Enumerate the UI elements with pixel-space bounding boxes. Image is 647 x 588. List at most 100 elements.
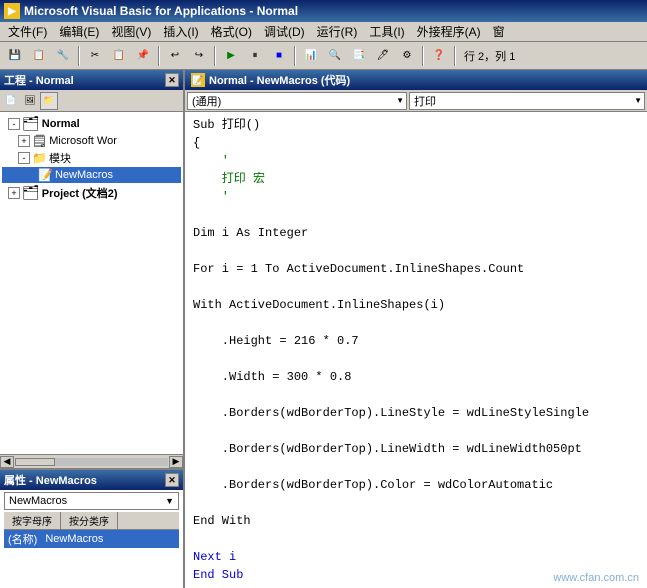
project-scrollbar-h[interactable]: ◀ ▶: [0, 454, 183, 468]
code-selector-right-arrow: ▼: [634, 96, 642, 105]
tree-label-modules: 模块: [49, 150, 71, 166]
tree-expand-msword[interactable]: +: [18, 135, 30, 147]
project-panel-close[interactable]: ✕: [165, 73, 179, 87]
title-bar: ▶ Microsoft Visual Basic for Application…: [0, 0, 647, 22]
toolbar-btn3[interactable]: 🔧: [52, 45, 74, 67]
code-line-4: 打印 宏: [193, 170, 639, 188]
code-editor-title: Normal - NewMacros (代码): [209, 72, 350, 88]
props-name-row: (名称) NewMacros: [4, 530, 179, 548]
toolbar-sep1: [78, 46, 80, 66]
toolbar-redo-btn[interactable]: ↪: [188, 45, 210, 67]
code-selector-procedure[interactable]: 打印 ▼: [409, 92, 645, 110]
tree-expand-modules[interactable]: -: [18, 152, 30, 164]
code-selector-object-value: (通用): [192, 93, 221, 109]
menu-view[interactable]: 视图(V): [105, 22, 157, 41]
code-line-13: .Borders(wdBorderTop).Color = wdColorAut…: [193, 476, 639, 494]
toolbar-btn-extra5[interactable]: ⚙: [396, 45, 418, 67]
code-selector-object[interactable]: (通用) ▼: [187, 92, 407, 110]
toolbar-sep3: [214, 46, 216, 66]
code-line-blank4: [193, 314, 639, 332]
toolbar-btn-extra4[interactable]: 🖊: [372, 45, 394, 67]
properties-panel-title: 属性 - NewMacros: [4, 472, 97, 488]
main-layout: 工程 - Normal ✕ 📄 🖼 📁 - 🗂 Normal + 🗒 Micro…: [0, 70, 647, 588]
project-tree: - 🗂 Normal + 🗒 Microsoft Wor - 📁 模块 📝 Ne…: [0, 112, 183, 454]
tree-item-newmacros[interactable]: 📝 NewMacros: [2, 167, 181, 183]
toolbar-stop-btn[interactable]: ■: [268, 45, 290, 67]
code-line-blank9: [193, 494, 639, 512]
code-line-8: With ActiveDocument.InlineShapes(i): [193, 296, 639, 314]
left-panel: 工程 - Normal ✕ 📄 🖼 📁 - 🗂 Normal + 🗒 Micro…: [0, 70, 185, 588]
code-line-blank5: [193, 350, 639, 368]
code-selectors: (通用) ▼ 打印 ▼: [185, 90, 647, 112]
tree-item-msword[interactable]: + 🗒 Microsoft Wor: [2, 133, 181, 149]
menu-format[interactable]: 格式(O): [205, 22, 258, 41]
toolbar-cut-btn[interactable]: ✂: [84, 45, 106, 67]
code-line-11: .Borders(wdBorderTop).LineStyle = wdLine…: [193, 404, 639, 422]
project-view-code-btn[interactable]: 📄: [2, 92, 20, 110]
code-line-10: .Width = 300 * 0.8: [193, 368, 639, 386]
tree-label-project2: Project (文档2): [42, 185, 118, 201]
code-line-2: {: [193, 134, 639, 152]
toolbar-help-btn[interactable]: ❓: [428, 45, 450, 67]
toolbar-undo-btn[interactable]: ↩: [164, 45, 186, 67]
tree-item-project2[interactable]: + 🗂 Project (文档2): [2, 183, 181, 202]
scroll-right-btn[interactable]: ▶: [169, 456, 183, 468]
watermark: www.cfan.com.cn: [553, 572, 639, 584]
toolbar-btn-extra3[interactable]: 📑: [348, 45, 370, 67]
properties-panel: 属性 - NewMacros ✕ NewMacros ▼ 按字母序 按分类序 (…: [0, 468, 183, 588]
props-dropdown[interactable]: NewMacros ▼: [4, 492, 179, 510]
project-panel-toolbar: 📄 🖼 📁: [0, 90, 183, 112]
menu-addins[interactable]: 外接程序(A): [411, 22, 487, 41]
toolbar-sep5: [422, 46, 424, 66]
tree-label-msword: Microsoft Wor: [49, 135, 117, 147]
toolbar-btn2[interactable]: 📋: [28, 45, 50, 67]
title-bar-text: Microsoft Visual Basic for Applications …: [24, 4, 298, 18]
scroll-thumb-h[interactable]: [15, 458, 55, 466]
properties-panel-header: 属性 - NewMacros ✕: [0, 470, 183, 490]
menu-bar: 文件(F) 编辑(E) 视图(V) 插入(I) 格式(O) 调试(D) 运行(R…: [0, 22, 647, 42]
props-tab-alpha[interactable]: 按字母序: [4, 512, 61, 529]
toolbar-pause-btn[interactable]: ⏸: [244, 45, 266, 67]
tree-expand-normal[interactable]: -: [8, 118, 20, 130]
props-dropdown-arrow: ▼: [165, 496, 174, 506]
scroll-left-btn[interactable]: ◀: [0, 456, 14, 468]
toolbar-paste-btn[interactable]: 📌: [132, 45, 154, 67]
toolbar-copy-btn[interactable]: 📋: [108, 45, 130, 67]
menu-edit[interactable]: 编辑(E): [53, 22, 105, 41]
menu-run[interactable]: 运行(R): [311, 22, 364, 41]
menu-window[interactable]: 窗: [487, 22, 511, 41]
menu-insert[interactable]: 插入(I): [157, 22, 204, 41]
tree-label-normal: Normal: [42, 118, 80, 130]
tree-item-modules[interactable]: - 📁 模块: [2, 149, 181, 167]
toolbar-sep2: [158, 46, 160, 66]
toolbar-btn-extra2[interactable]: 🔍: [324, 45, 346, 67]
code-line-5: ': [193, 188, 639, 206]
code-line-15: Next i: [193, 548, 639, 566]
properties-panel-close[interactable]: ✕: [165, 473, 179, 487]
code-editor-area[interactable]: Sub 打印() { ' 打印 宏 ' Dim i As Integer For…: [185, 112, 647, 588]
tree-item-normal[interactable]: - 🗂 Normal: [2, 114, 181, 133]
scroll-track-h[interactable]: [15, 458, 168, 466]
code-line-12: .Borders(wdBorderTop).LineWidth = wdLine…: [193, 440, 639, 458]
toolbar-save-btn[interactable]: 💾: [4, 45, 26, 67]
tree-expand-project2[interactable]: +: [8, 187, 20, 199]
properties-content: NewMacros ▼ 按字母序 按分类序 (名称) NewMacros: [0, 490, 183, 588]
code-line-blank10: [193, 530, 639, 548]
code-selector-left-arrow: ▼: [396, 96, 404, 105]
code-line-1: Sub 打印(): [193, 116, 639, 134]
code-line-14: End With: [193, 512, 639, 530]
project-toggle-folders-btn[interactable]: 📁: [40, 92, 58, 110]
toolbar-run-btn[interactable]: ▶: [220, 45, 242, 67]
toolbar-sep6: [454, 46, 456, 66]
menu-file[interactable]: 文件(F): [2, 22, 53, 41]
toolbar-btn-extra[interactable]: 📊: [300, 45, 322, 67]
menu-tools[interactable]: 工具(I): [363, 22, 410, 41]
project-view-object-btn[interactable]: 🖼: [21, 92, 39, 110]
props-name-label: (名称): [8, 531, 37, 547]
toolbar-position-label: 行 2，列 1: [464, 48, 515, 64]
toolbar-sep4: [294, 46, 296, 66]
code-line-7: For i = 1 To ActiveDocument.InlineShapes…: [193, 260, 639, 278]
props-tabs: 按字母序 按分类序: [4, 512, 179, 530]
menu-debug[interactable]: 调试(D): [258, 22, 311, 41]
props-tab-category[interactable]: 按分类序: [61, 512, 118, 529]
